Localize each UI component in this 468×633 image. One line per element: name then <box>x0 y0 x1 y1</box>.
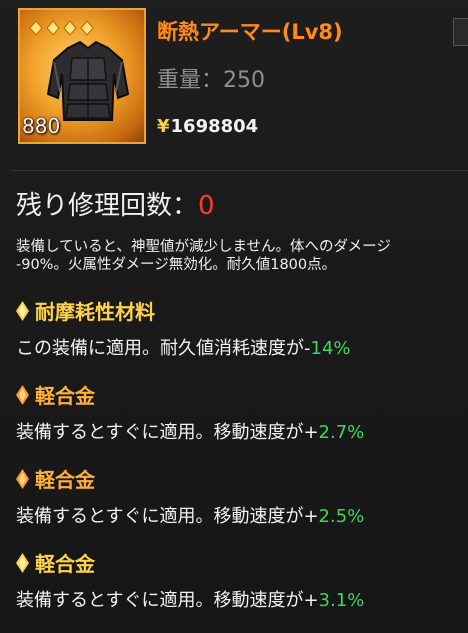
divider <box>10 170 468 171</box>
attribute-description: 装備するとすぐに適用。移動速度が+3.1% <box>16 586 364 612</box>
attribute-title: 軽合金 <box>16 380 364 409</box>
attribute-description: 装備するとすぐに適用。移動速度が+2.7% <box>16 418 364 444</box>
attribute-description: 装備するとすぐに適用。移動速度が+2.5% <box>16 502 364 528</box>
attribute-text: 装備するとすぐに適用。移動速度が+ <box>16 422 319 443</box>
attribute-title-text: 軽合金 <box>35 384 95 408</box>
attribute-section: 軽合金 装備するとすぐに適用。移動速度が+2.7% <box>16 380 364 444</box>
description-line: 装備していると、神聖値が減少しません。体へのダメージ <box>16 239 391 255</box>
item-icon-frame: 880 <box>18 8 146 144</box>
attribute-title-text: 軽合金 <box>35 552 95 576</box>
attribute-description: この装備に適用。耐久値消耗速度が-14% <box>16 334 351 360</box>
currency-icon: ¥ <box>157 116 170 137</box>
attribute-title: 軽合金 <box>16 548 364 577</box>
orange-diamond-icon <box>16 468 29 489</box>
attribute-value: 2.7% <box>318 422 365 443</box>
attribute-title-text: 耐摩耗性材料 <box>35 300 155 324</box>
gold-diamond-icon <box>16 552 29 573</box>
attribute-text: この装備に適用。耐久値消耗速度が- <box>16 338 311 359</box>
gold-diamond-icon <box>16 300 29 321</box>
attribute-title: 軽合金 <box>16 464 364 493</box>
price-value: 1698804 <box>170 116 259 137</box>
weight-value: 250 <box>223 68 266 93</box>
orange-diamond-icon <box>16 384 29 405</box>
attribute-value: 14% <box>310 338 351 359</box>
attribute-value: 2.5% <box>318 506 365 527</box>
attribute-section: 軽合金 装備するとすぐに適用。移動速度が+3.1% <box>16 548 364 612</box>
attribute-text: 装備するとすぐに適用。移動速度が+ <box>16 590 319 611</box>
description-line: -90%。火属性ダメージ無効化。耐久値1800点。 <box>16 257 337 273</box>
attribute-title: 耐摩耗性材料 <box>16 296 351 325</box>
attribute-section: 耐摩耗性材料 この装備に適用。耐久値消耗速度が-14% <box>16 296 351 360</box>
item-weight: 重量：250 <box>157 62 265 94</box>
panel-corner-button[interactable] <box>453 18 468 46</box>
item-tooltip-panel: 880 断熱アーマー(Lv8) 重量：250 ¥1698804 残り修理回数：0… <box>0 0 468 633</box>
repair-label: 残り修理回数： <box>16 191 199 221</box>
item-level: 880 <box>22 114 61 138</box>
item-name: 断熱アーマー(Lv8) <box>157 20 343 44</box>
attribute-section: 軽合金 装備するとすぐに適用。移動速度が+2.5% <box>16 464 364 528</box>
repair-value: 0 <box>198 191 215 221</box>
attribute-title-text: 軽合金 <box>35 468 95 492</box>
item-description: 装備していると、神聖値が減少しません。体へのダメージ -90%。火属性ダメージ無効… <box>16 238 468 274</box>
item-price: ¥1698804 <box>157 116 258 137</box>
attribute-value: 3.1% <box>318 590 365 611</box>
repair-count: 残り修理回数：0 <box>16 185 215 222</box>
weight-label: 重量： <box>157 68 224 93</box>
attribute-text: 装備するとすぐに適用。移動速度が+ <box>16 506 319 527</box>
